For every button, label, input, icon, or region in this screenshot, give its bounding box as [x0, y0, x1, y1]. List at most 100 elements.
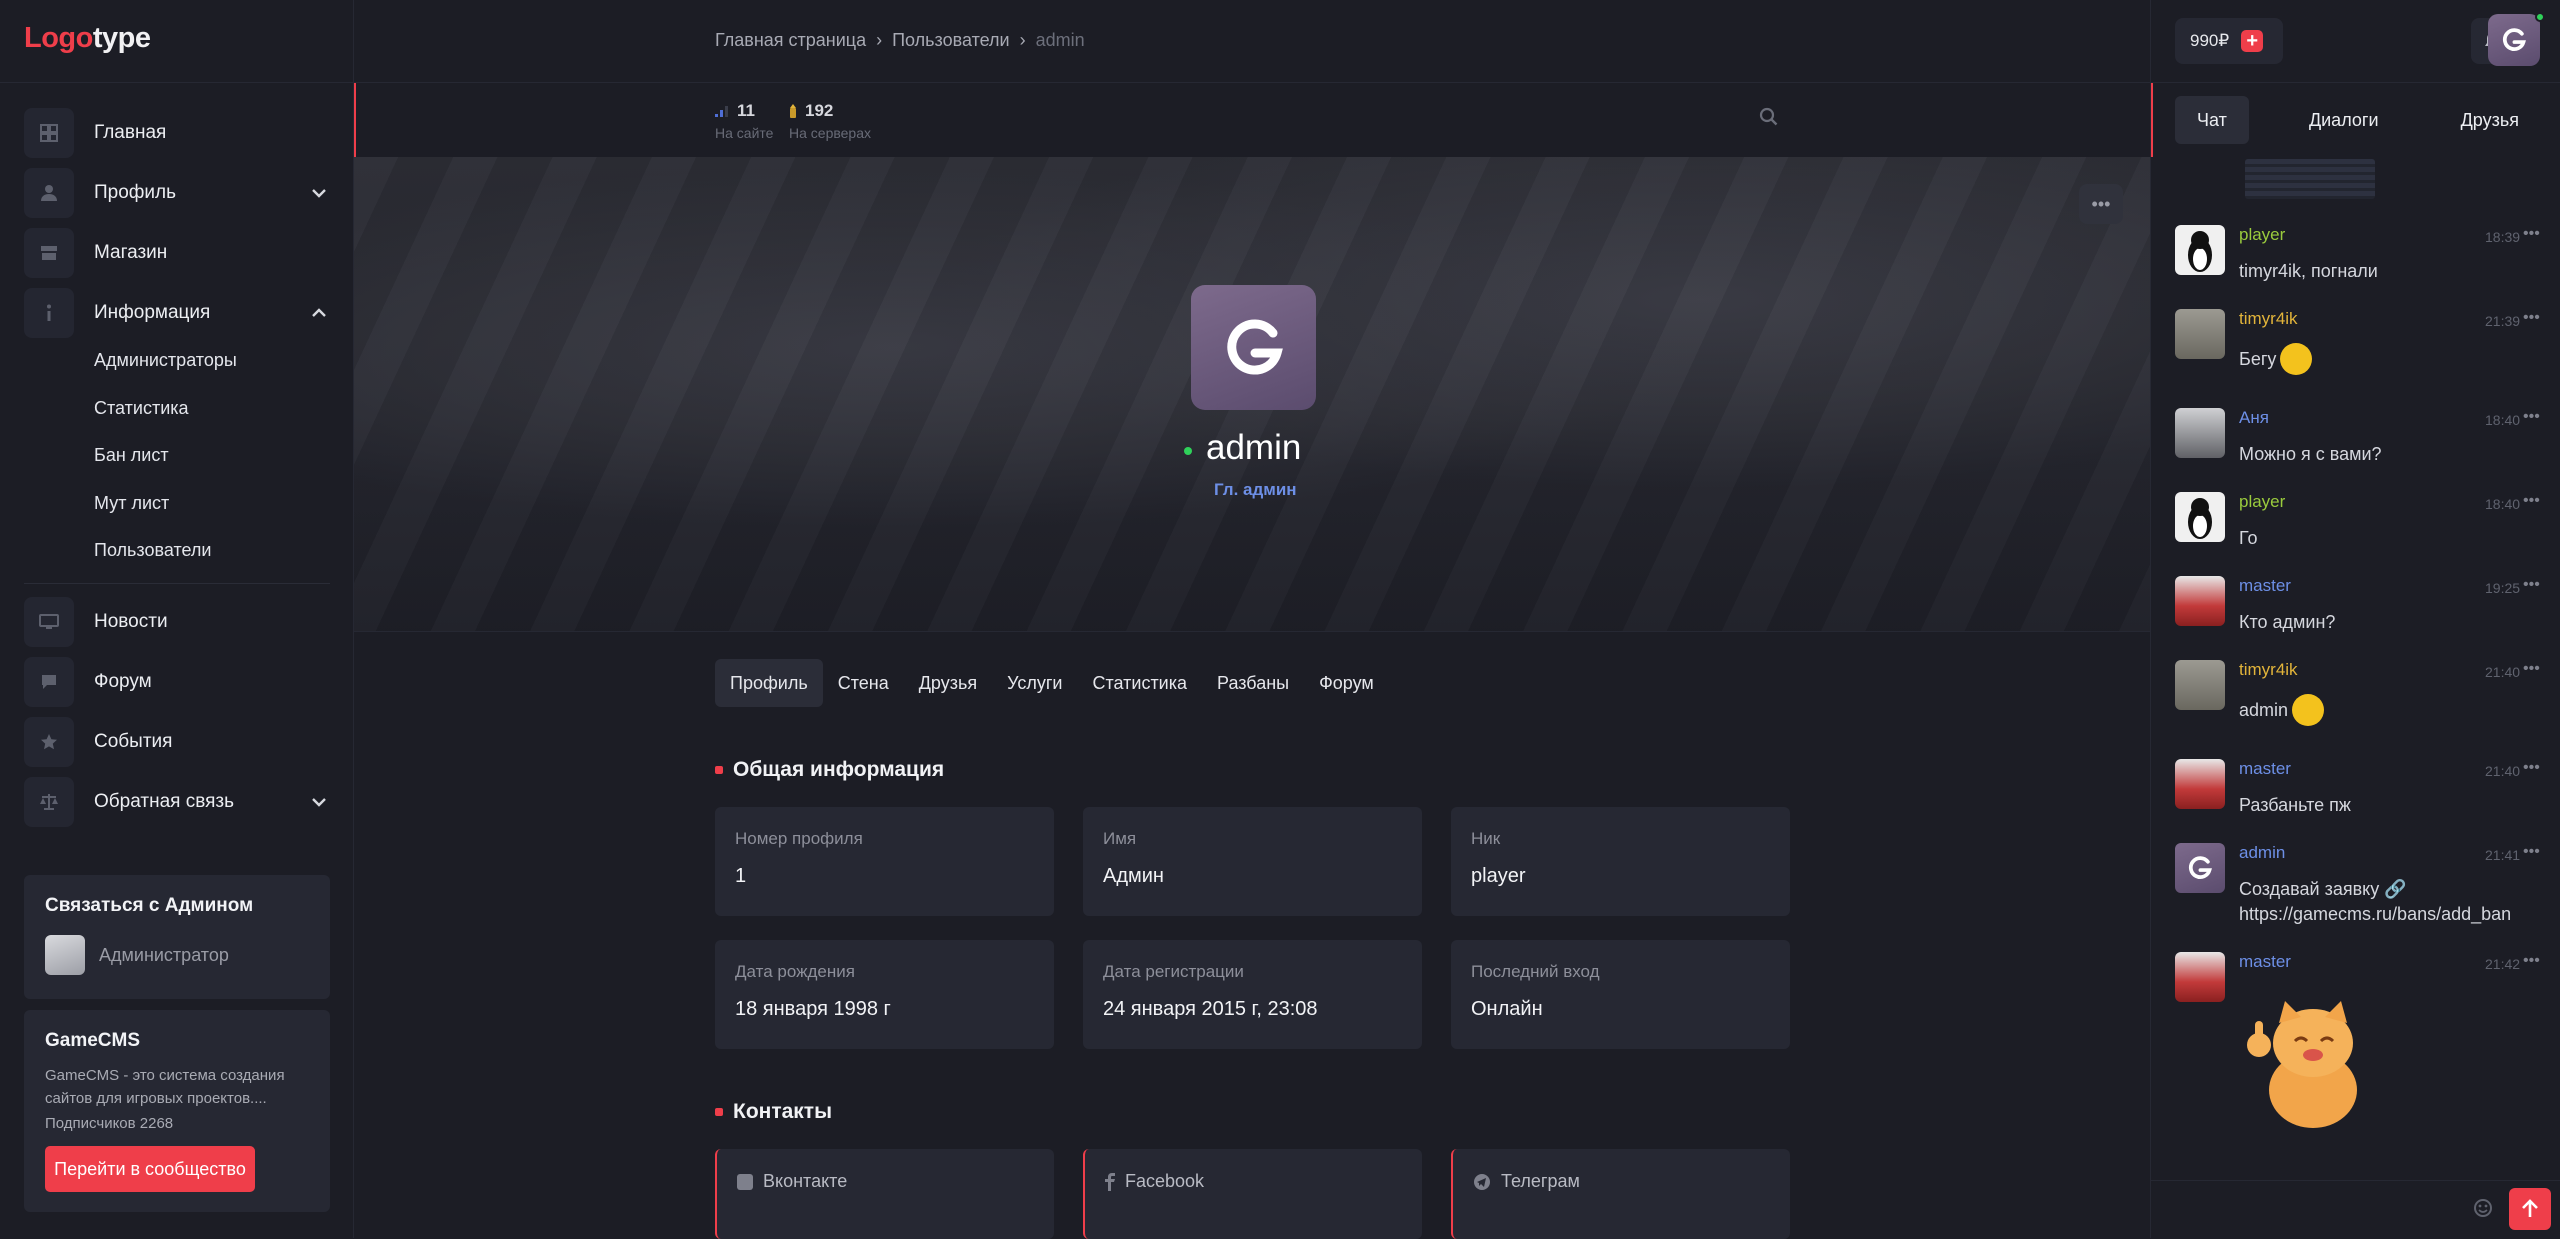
- avatar[interactable]: [2175, 576, 2225, 626]
- chat-text: Кто админ?: [2239, 612, 2336, 632]
- tab-wall[interactable]: Стена: [823, 659, 904, 707]
- tab-dialogs[interactable]: Диалоги: [2287, 96, 2401, 144]
- tab-statistics[interactable]: Статистика: [1077, 659, 1202, 707]
- emoji-icon: [2292, 694, 2325, 726]
- field-label: Последний вход: [1471, 962, 1600, 981]
- message-options-icon[interactable]: •••: [2523, 759, 2540, 777]
- tab-friends[interactable]: Друзья: [904, 659, 992, 707]
- message-options-icon[interactable]: •••: [2523, 225, 2540, 243]
- sidebar-item-profile[interactable]: Профиль: [24, 167, 330, 219]
- chat-text-row: Бегу: [2239, 343, 2479, 375]
- logo[interactable]: Logotype: [24, 22, 151, 55]
- send-button[interactable]: [2509, 1188, 2551, 1230]
- chevron-down-icon[interactable]: [308, 791, 330, 813]
- message-options-icon[interactable]: •••: [2523, 952, 2540, 970]
- chat-author[interactable]: master: [2239, 952, 2291, 972]
- chat-author[interactable]: Аня: [2239, 408, 2269, 428]
- message-options-icon[interactable]: •••: [2523, 408, 2540, 426]
- tab-profile[interactable]: Профиль: [715, 659, 823, 707]
- sidebar-subitem-banlist[interactable]: Бан лист: [94, 445, 169, 466]
- field-value: 18 января 1998 г: [735, 998, 891, 1020]
- main-content: Главная страница › Пользователи › admin …: [354, 0, 2150, 1239]
- sidebar-subitem-stats[interactable]: Статистика: [94, 398, 189, 419]
- chevron-up-icon[interactable]: [308, 302, 330, 324]
- chat-author[interactable]: player: [2239, 492, 2285, 512]
- community-description-line: сайтов для игровых проектов....: [45, 1090, 267, 1107]
- field-profile-number: Номер профиля 1: [715, 807, 1054, 916]
- search-icon[interactable]: [1759, 107, 1779, 132]
- field-label: Дата регистрации: [1103, 962, 1244, 981]
- message-options-icon[interactable]: •••: [2523, 843, 2540, 861]
- chat-author[interactable]: timyr4ik: [2239, 309, 2298, 329]
- online-status-dot: [2535, 12, 2545, 22]
- more-options-button[interactable]: •••: [2079, 184, 2123, 224]
- message-options-icon[interactable]: •••: [2523, 576, 2540, 594]
- avatar[interactable]: [2175, 660, 2225, 710]
- sidebar-item-events[interactable]: События: [24, 716, 330, 768]
- breadcrumb-home[interactable]: Главная страница: [715, 30, 866, 51]
- chat-text: admin: [2239, 699, 2289, 720]
- field-birthdate: Дата рождения 18 января 1998 г: [715, 940, 1054, 1049]
- contact-facebook[interactable]: Facebook: [1083, 1149, 1422, 1239]
- chat-author[interactable]: admin: [2239, 843, 2285, 863]
- avatar[interactable]: [2175, 952, 2225, 1002]
- chat-input-bar[interactable]: [2151, 1180, 2560, 1238]
- field-name: Имя Админ: [1083, 807, 1422, 916]
- go-to-community-button[interactable]: Перейти в сообщество: [45, 1146, 255, 1192]
- contact-vk[interactable]: Вконтакте: [715, 1149, 1054, 1239]
- breadcrumb: Главная страница › Пользователи › admin: [715, 30, 1085, 51]
- sidebar-subitem-admins[interactable]: Администраторы: [94, 350, 237, 371]
- contacts-heading: Контакты: [715, 1100, 832, 1124]
- balance-widget[interactable]: 990₽ +: [2175, 18, 2283, 64]
- sidebar-item-feedback[interactable]: Обратная связь: [24, 776, 330, 828]
- smiley-icon[interactable]: [2473, 1198, 2493, 1223]
- chat-author[interactable]: player: [2239, 225, 2285, 245]
- avatar[interactable]: [2175, 843, 2225, 893]
- field-label: Имя: [1103, 829, 1137, 848]
- avatar[interactable]: [2175, 309, 2225, 359]
- message-options-icon[interactable]: •••: [2523, 660, 2540, 678]
- breadcrumb-users[interactable]: Пользователи: [892, 30, 1009, 51]
- avatar[interactable]: [2175, 492, 2225, 542]
- tab-chat[interactable]: Чат: [2175, 96, 2249, 144]
- chat-author[interactable]: master: [2239, 576, 2291, 596]
- tab-services[interactable]: Услуги: [992, 659, 1077, 707]
- sidebar-item-store[interactable]: Магазин: [24, 227, 330, 279]
- sidebar-item-forum[interactable]: Форум: [24, 656, 330, 708]
- tab-friends[interactable]: Друзья: [2439, 96, 2541, 144]
- sidebar-item-label: Информация: [94, 302, 211, 323]
- chat-image-attachment[interactable]: [2245, 159, 2375, 199]
- user-avatar[interactable]: [2488, 14, 2540, 66]
- sidebar-item-info[interactable]: Информация: [24, 287, 330, 339]
- chevron-down-icon[interactable]: [308, 182, 330, 204]
- chat-author[interactable]: timyr4ik: [2239, 660, 2298, 680]
- general-info-title: Общая информация: [733, 758, 945, 781]
- tab-forum[interactable]: Форум: [1304, 659, 1389, 707]
- stat-servers-label: На серверах: [789, 125, 871, 141]
- sidebar-subitem-mutelist[interactable]: Мут лист: [94, 493, 169, 514]
- sidebar-item-home[interactable]: Главная: [24, 107, 330, 159]
- chat-bubble-icon: [24, 657, 74, 707]
- message-options-icon[interactable]: •••: [2523, 492, 2540, 510]
- tab-unbans[interactable]: Разбаны: [1202, 659, 1304, 707]
- message-options-icon[interactable]: •••: [2523, 309, 2540, 327]
- avatar[interactable]: [2175, 408, 2225, 458]
- sidebar-subitem-users[interactable]: Пользователи: [94, 540, 211, 561]
- profile-avatar[interactable]: [1191, 285, 1316, 410]
- contact-label: Facebook: [1125, 1171, 1205, 1191]
- sidebar-item-news[interactable]: Новости: [24, 596, 330, 648]
- general-info-heading: Общая информация: [715, 758, 944, 782]
- avatar[interactable]: [2175, 759, 2225, 809]
- breadcrumb-current: admin: [1035, 30, 1085, 50]
- arrow-up-icon: [2522, 1199, 2538, 1217]
- stats-bar: 11 На сайте 192 На серверах: [354, 83, 2150, 157]
- contact-admin-row[interactable]: Администратор: [45, 935, 309, 975]
- stat-servers: 192 На серверах: [789, 101, 871, 141]
- field-value: 24 января 2015 г, 23:08: [1103, 998, 1318, 1020]
- chat-author[interactable]: master: [2239, 759, 2291, 779]
- add-funds-icon[interactable]: +: [2241, 30, 2264, 52]
- avatar[interactable]: [2175, 225, 2225, 275]
- contact-label: Вконтакте: [763, 1171, 848, 1191]
- gamecms-logo-icon: [2502, 28, 2526, 51]
- contact-telegram[interactable]: Телеграм: [1451, 1149, 1790, 1239]
